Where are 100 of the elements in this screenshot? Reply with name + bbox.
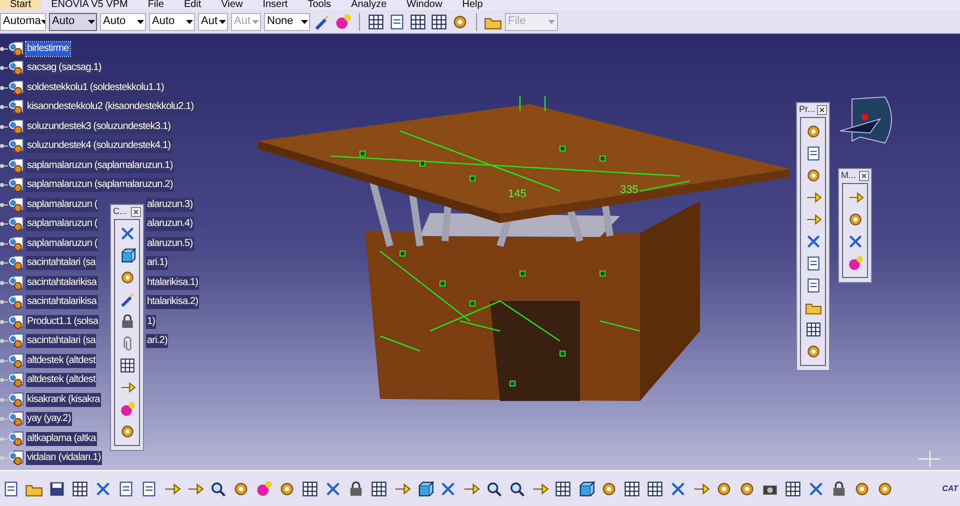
- table-icon[interactable]: [301, 480, 319, 498]
- product-icon[interactable]: [8, 138, 24, 154]
- product-icon[interactable]: [8, 196, 24, 213]
- brush-icon[interactable]: [313, 12, 331, 30]
- ball-icon[interactable]: [118, 401, 136, 418]
- tree-item[interactable]: soluzundestek3 (soluzundestek3.1): [26, 120, 172, 134]
- product-icon[interactable]: [8, 118, 24, 135]
- close-icon[interactable]: [131, 207, 141, 217]
- menu-item[interactable]: File: [138, 0, 174, 10]
- product-icon[interactable]: [8, 333, 24, 350]
- cube-icon[interactable]: [577, 480, 595, 498]
- tree-item[interactable]: saplamalaruzun (: [26, 198, 98, 212]
- table-icon[interactable]: [71, 480, 89, 498]
- zoom-icon[interactable]: [209, 480, 227, 498]
- menu-item[interactable]: Tools: [298, 0, 342, 10]
- product-icon[interactable]: [8, 99, 24, 116]
- tree-item[interactable]: sacintahtalarikisa: [26, 295, 98, 310]
- table-icon[interactable]: [784, 480, 802, 498]
- tree-item[interactable]: saplamalaruzun (: [26, 236, 98, 251]
- menu-item[interactable]: Window: [396, 0, 452, 10]
- tree-item[interactable]: saplamalaruzun (saplamalaruzun.1): [26, 158, 174, 173]
- tree-item[interactable]: kisakrank (kisakra: [26, 392, 101, 407]
- cross-icon[interactable]: [94, 480, 112, 498]
- document-icon[interactable]: [117, 480, 135, 498]
- product-icon[interactable]: [8, 60, 24, 76]
- cross-icon[interactable]: [324, 480, 342, 498]
- ball-icon[interactable]: [334, 12, 352, 30]
- document-icon[interactable]: [804, 277, 822, 294]
- menu-item[interactable]: Analyze: [341, 0, 397, 10]
- cube-icon[interactable]: [416, 480, 434, 498]
- cross-icon[interactable]: [439, 480, 457, 498]
- table-icon[interactable]: [430, 12, 448, 30]
- tree-item[interactable]: sacintahtalari (sa: [26, 334, 96, 348]
- ball-icon[interactable]: [846, 255, 864, 272]
- product-icon[interactable]: [8, 352, 24, 369]
- dropdown[interactable]: None: [264, 12, 310, 30]
- tree-item[interactable]: altkaplama (altka: [26, 432, 97, 446]
- cross-icon[interactable]: [669, 480, 687, 498]
- tree-item[interactable]: sacintahtalarikisa: [26, 276, 98, 290]
- cube-icon[interactable]: [118, 247, 136, 264]
- menu-item[interactable]: ENOVIA V5 VPM: [41, 0, 138, 10]
- menu-item[interactable]: Start: [0, 0, 42, 10]
- tree-item[interactable]: birlestirme: [26, 42, 70, 56]
- table-icon[interactable]: [367, 12, 385, 30]
- document-icon[interactable]: [2, 480, 20, 498]
- tree-item[interactable]: Product1.1 (solsa: [26, 314, 100, 329]
- menu-item[interactable]: View: [211, 0, 253, 10]
- dropdown[interactable]: Auto: [49, 12, 97, 30]
- product-icon[interactable]: [8, 411, 24, 428]
- table-icon[interactable]: [118, 357, 136, 374]
- dropdown[interactable]: Aut: [198, 12, 228, 30]
- cross-icon[interactable]: [118, 225, 136, 242]
- zoom-icon[interactable]: [485, 480, 503, 498]
- product-icon[interactable]: [8, 216, 24, 232]
- product-icon[interactable]: [8, 294, 24, 310]
- close-icon[interactable]: [817, 105, 827, 115]
- product-icon[interactable]: [8, 40, 24, 57]
- product-icon[interactable]: [8, 314, 24, 330]
- document-icon[interactable]: [388, 12, 406, 30]
- cross-icon[interactable]: [846, 233, 864, 250]
- product-icon[interactable]: [8, 372, 24, 388]
- product-icon[interactable]: [8, 158, 24, 174]
- table-icon[interactable]: [646, 480, 664, 498]
- tree-item[interactable]: altdestek (altdest: [26, 373, 96, 388]
- table-icon[interactable]: [409, 12, 427, 30]
- table-icon[interactable]: [804, 321, 822, 338]
- zoom-icon[interactable]: [508, 480, 526, 498]
- product-icon[interactable]: [8, 450, 24, 466]
- table-icon[interactable]: [623, 480, 641, 498]
- menu-item[interactable]: Help: [452, 0, 493, 10]
- table-icon[interactable]: [554, 480, 572, 498]
- menu-item[interactable]: Edit: [174, 0, 212, 10]
- dropdown[interactable]: Auto: [100, 12, 146, 30]
- tree-item[interactable]: soldestekkolu1 (soldestekkolu1.1): [26, 80, 165, 95]
- document-icon[interactable]: [140, 480, 158, 498]
- product-icon[interactable]: [8, 80, 24, 96]
- cross-icon[interactable]: [804, 233, 822, 250]
- tree-item[interactable]: altdestek (altdest: [26, 354, 96, 368]
- table-icon[interactable]: [370, 480, 388, 498]
- tree-item[interactable]: saplamalaruzun (: [26, 217, 98, 232]
- tree-item[interactable]: soluzundestek4 (soluzundestek4.1): [26, 139, 172, 154]
- cross-icon[interactable]: [807, 480, 825, 498]
- product-icon[interactable]: [8, 274, 24, 291]
- tree-item[interactable]: yay (yay.2): [26, 412, 72, 426]
- tree-item[interactable]: kisaondestekkolu2 (kisaondestekkolu2.1): [26, 100, 195, 114]
- dropdown[interactable]: Auto: [149, 12, 195, 30]
- tree-item[interactable]: sacintahtalari (sa: [26, 256, 96, 270]
- menu-item[interactable]: Insert: [252, 0, 298, 10]
- tree-item[interactable]: sacsag (sacsag.1): [26, 61, 102, 76]
- tree-item[interactable]: saplamalaruzun (saplamalaruzun.2): [26, 178, 174, 192]
- product-icon[interactable]: [8, 392, 24, 408]
- close-icon[interactable]: [859, 171, 869, 181]
- ball-icon[interactable]: [255, 480, 273, 498]
- document-icon[interactable]: [804, 145, 822, 162]
- product-icon[interactable]: [8, 236, 24, 252]
- product-icon[interactable]: [8, 255, 24, 272]
- brush-icon[interactable]: [118, 291, 136, 308]
- tree-item[interactable]: vidaları (vidaları.1): [26, 451, 102, 466]
- dropdown[interactable]: Automa: [0, 12, 46, 30]
- save-icon[interactable]: [48, 480, 66, 498]
